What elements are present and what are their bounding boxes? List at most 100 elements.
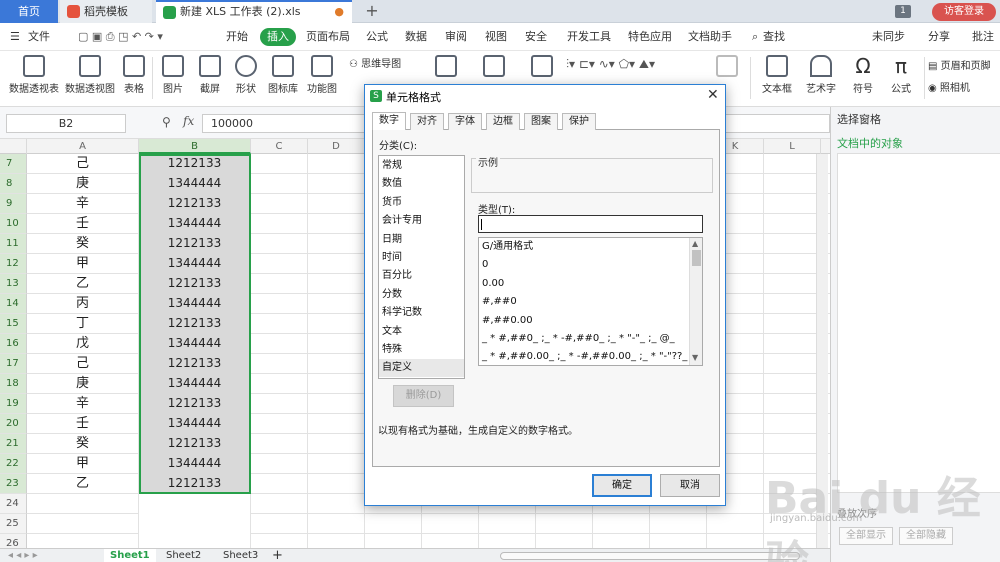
tab-alignment[interactable]: 对齐 xyxy=(410,113,444,130)
menu-view[interactable]: 视图 xyxy=(485,23,507,51)
row-header[interactable]: 11 xyxy=(0,234,27,254)
row-header[interactable]: 15 xyxy=(0,314,27,334)
cell-b[interactable] xyxy=(139,534,251,548)
category-item[interactable]: 特殊 xyxy=(379,341,464,359)
picture-button[interactable]: 图片 xyxy=(156,53,190,95)
menu-insert[interactable]: 插入 xyxy=(260,28,296,46)
header-footer-button[interactable]: ▤ 页眉和页脚 xyxy=(928,57,1000,72)
sheet-tab-1[interactable]: Sheet1 xyxy=(104,549,156,562)
dialog-titlebar[interactable]: S 单元格格式 ✕ xyxy=(365,85,725,107)
tab-pattern[interactable]: 图案 xyxy=(524,113,558,130)
row-header[interactable]: 9 xyxy=(0,194,27,214)
cell-a[interactable]: 己 xyxy=(27,154,139,174)
function-chart-button[interactable]: 功能图 xyxy=(304,53,340,95)
symbol-button[interactable]: Ω 符号 xyxy=(846,53,880,95)
cell-b[interactable]: 1212133 xyxy=(139,394,251,414)
cell-b[interactable]: 1212133 xyxy=(139,194,251,214)
column-header-c[interactable]: C xyxy=(251,139,308,154)
category-item[interactable]: 分数 xyxy=(379,286,464,304)
close-icon[interactable]: ✕ xyxy=(707,87,719,103)
cell-b[interactable]: 1344444 xyxy=(139,294,251,314)
row-header[interactable]: 25 xyxy=(0,514,27,534)
cell-a[interactable]: 癸 xyxy=(27,234,139,254)
tab-font[interactable]: 字体 xyxy=(448,113,482,130)
category-item[interactable]: 科学记数 xyxy=(379,304,464,322)
tab-protection[interactable]: 保护 xyxy=(562,113,596,130)
add-sheet-button[interactable]: + xyxy=(272,549,283,562)
category-item[interactable]: 货币 xyxy=(379,194,464,212)
table-button[interactable]: 表格 xyxy=(120,53,148,95)
row-header[interactable]: 12 xyxy=(0,254,27,274)
cell-a[interactable]: 甲 xyxy=(27,254,139,274)
format-type-item[interactable]: 0.00 xyxy=(482,275,504,293)
hamburger-icon[interactable]: ☰ xyxy=(10,23,20,51)
format-type-item[interactable]: _ * #,##0.00_ ;_ * -#,##0.00_ ;_ * "-"??… xyxy=(482,348,702,365)
share-button[interactable]: 分享 xyxy=(928,23,950,51)
column-header-l[interactable]: L xyxy=(764,139,821,154)
category-item[interactable]: 百分比 xyxy=(379,267,464,285)
cell-a[interactable]: 丁 xyxy=(27,314,139,334)
window-count-badge[interactable]: 1 xyxy=(895,5,911,18)
row-header[interactable]: 8 xyxy=(0,174,27,194)
cell-a[interactable]: 庚 xyxy=(27,174,139,194)
category-item[interactable]: 文本 xyxy=(379,323,464,341)
row-header[interactable]: 23 xyxy=(0,474,27,494)
file-menu[interactable]: 文件 xyxy=(28,23,50,51)
row-header[interactable]: 21 xyxy=(0,434,27,454)
cell-b[interactable]: 1212133 xyxy=(139,154,251,174)
row-header[interactable]: 13 xyxy=(0,274,27,294)
row-header[interactable]: 14 xyxy=(0,294,27,314)
scroll-down-icon[interactable]: ▼ xyxy=(692,353,698,362)
cell-a[interactable]: 癸 xyxy=(27,434,139,454)
cell-b[interactable]: 1344444 xyxy=(139,414,251,434)
cell-b[interactable]: 1344444 xyxy=(139,214,251,234)
search-icon[interactable]: ⌕ xyxy=(752,23,758,51)
row-header[interactable]: 19 xyxy=(0,394,27,414)
cell-b[interactable]: 1344444 xyxy=(139,374,251,394)
category-list[interactable]: 常规 数值 货币 会计专用 日期 时间 百分比 分数 科学记数 文本 特殊 自定义 xyxy=(378,155,465,379)
category-item[interactable]: 常规 xyxy=(379,157,464,175)
sheet-nav-arrows[interactable]: ◂ ◂ ▸ ▸ xyxy=(8,549,38,562)
category-item[interactable]: 会计专用 xyxy=(379,212,464,230)
scroll-thumb[interactable] xyxy=(692,250,701,266)
row-header[interactable]: 18 xyxy=(0,374,27,394)
category-item[interactable]: 自定义 xyxy=(379,359,464,378)
menu-features[interactable]: 特色应用 xyxy=(628,23,672,51)
wordart-button[interactable]: 艺术字 xyxy=(800,53,842,95)
menu-find[interactable]: 查找 xyxy=(763,23,785,51)
menu-security[interactable]: 安全 xyxy=(525,23,547,51)
cell-a[interactable]: 乙 xyxy=(27,274,139,294)
new-tab-button[interactable]: + xyxy=(362,0,382,23)
tab-template[interactable]: 稻壳模板 xyxy=(60,0,152,23)
cell-b[interactable]: 1212133 xyxy=(139,314,251,334)
column-header-b[interactable]: B xyxy=(139,139,251,154)
screenshot-button[interactable]: 截屏 xyxy=(193,53,227,95)
cell-a[interactable]: 辛 xyxy=(27,194,139,214)
online-chart-button[interactable] xyxy=(474,53,514,80)
row-header[interactable]: 26 xyxy=(0,534,27,548)
menu-doc-assistant[interactable]: 文档助手 xyxy=(688,23,732,51)
icon-library-button[interactable]: 图标库 xyxy=(266,53,300,95)
cell-b[interactable]: 1344444 xyxy=(139,254,251,274)
cell-a[interactable]: 辛 xyxy=(27,394,139,414)
cell-b[interactable]: 1212133 xyxy=(139,354,251,374)
cell-a[interactable]: 壬 xyxy=(27,414,139,434)
tab-home[interactable]: 首页 xyxy=(0,0,58,23)
row-header[interactable]: 24 xyxy=(0,494,27,514)
tab-border[interactable]: 边框 xyxy=(486,113,520,130)
camera-button[interactable]: ◉ 照相机 xyxy=(928,79,1000,94)
menu-page-layout[interactable]: 页面布局 xyxy=(306,23,350,51)
cell-a[interactable]: 壬 xyxy=(27,214,139,234)
textbox-button[interactable]: 文本框 xyxy=(756,53,798,95)
quick-access-toolbar[interactable]: ▢ ▣ ⎙ ◳ ↶ ↷ ▾ xyxy=(78,23,163,51)
type-input[interactable] xyxy=(478,215,703,233)
category-item[interactable]: 时间 xyxy=(379,249,464,267)
sheet-tab-3[interactable]: Sheet3 xyxy=(223,549,258,562)
comment-button[interactable]: 批注 xyxy=(972,23,994,51)
zoom-icon[interactable]: ⚲ xyxy=(162,115,171,129)
column-header-d[interactable]: D xyxy=(308,139,365,154)
menu-data[interactable]: 数据 xyxy=(405,23,427,51)
all-charts-button[interactable] xyxy=(426,53,466,80)
cell-a[interactable]: 己 xyxy=(27,354,139,374)
cell-b[interactable]: 1212133 xyxy=(139,434,251,454)
